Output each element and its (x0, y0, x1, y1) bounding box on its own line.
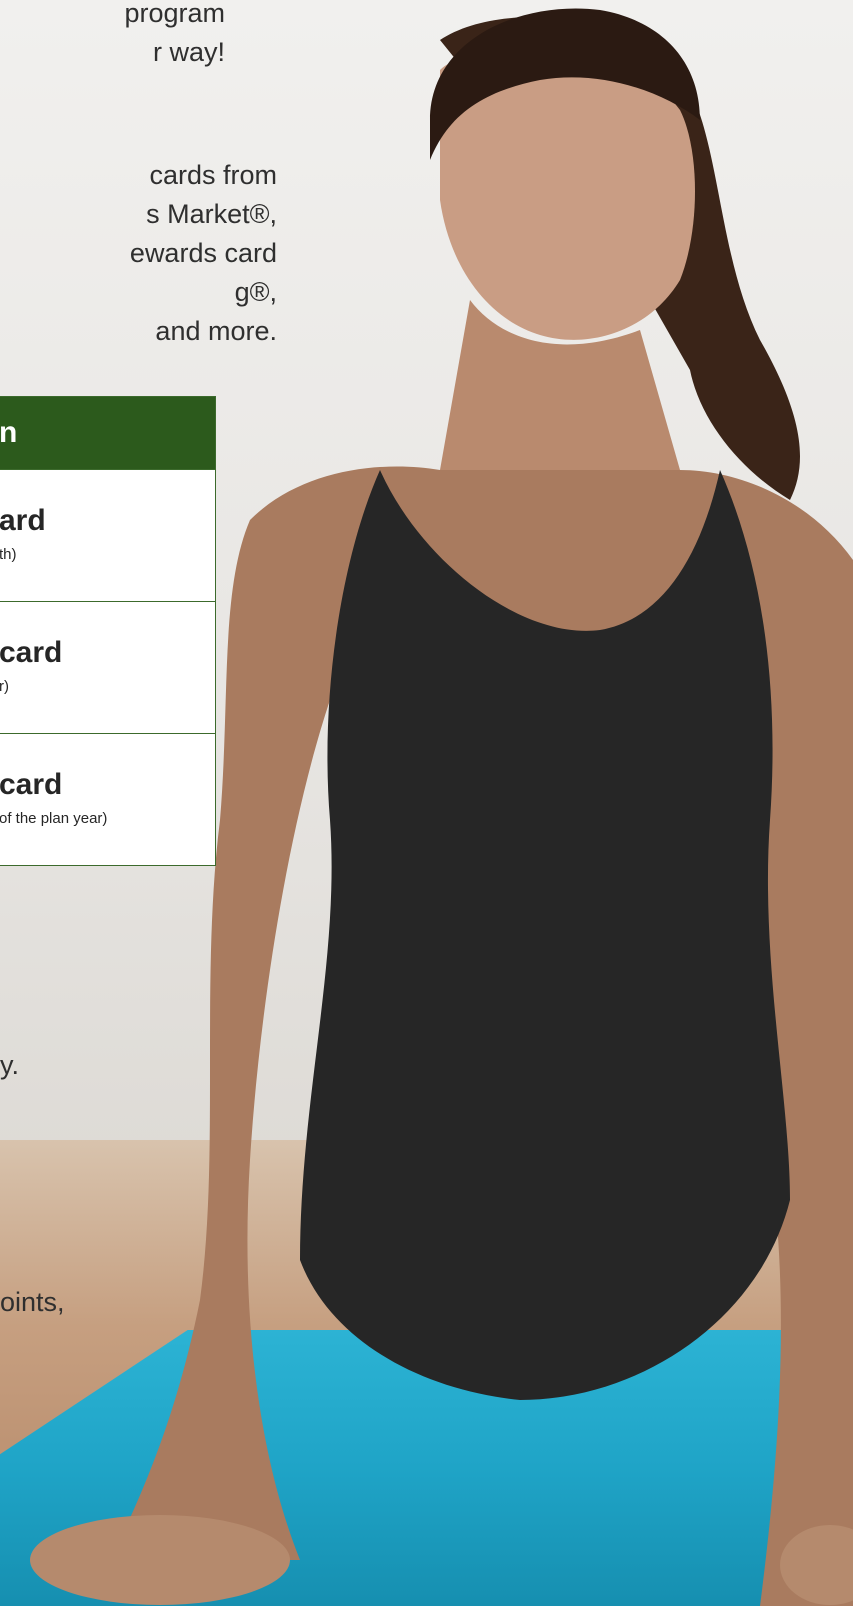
rewards-table-row: card r) (0, 601, 215, 733)
rewards-table-row: ard th) (0, 469, 215, 601)
row-note: th) (0, 546, 17, 563)
row-title: card (0, 636, 63, 669)
row-note: of the plan year) (0, 810, 108, 827)
intro-line: r way! (152, 37, 225, 67)
row-note: r) (0, 678, 9, 695)
lower-text-line: oints, (0, 1287, 65, 1317)
cards-line: g®, (234, 277, 277, 307)
cards-line: and more. (155, 316, 277, 346)
cards-line: s Market®, (146, 199, 277, 229)
intro-line: program (124, 0, 225, 28)
row-title: ard (0, 504, 46, 537)
rewards-table: n ard th) card r) card of the plan year) (0, 396, 216, 866)
rewards-table-header: n (0, 397, 215, 469)
row-title: card (0, 768, 63, 801)
lower-text-line: y. (0, 1050, 19, 1080)
cards-line: ewards card (129, 238, 277, 268)
cards-line: cards from (149, 160, 277, 190)
rewards-table-row: card of the plan year) (0, 733, 215, 865)
